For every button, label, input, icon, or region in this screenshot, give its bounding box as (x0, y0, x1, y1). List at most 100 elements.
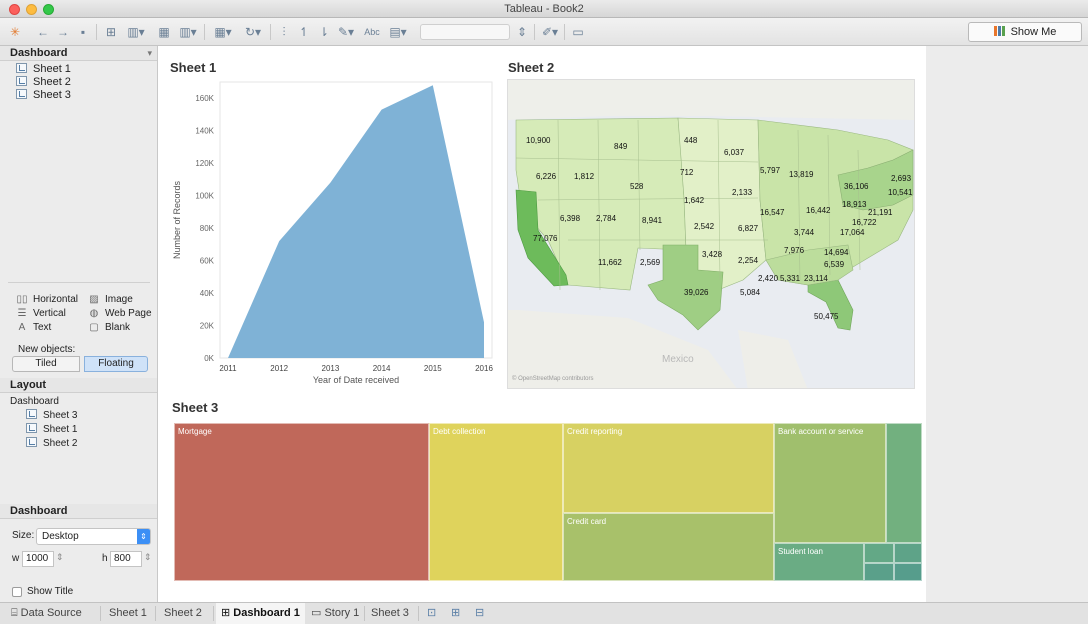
state-value-label: 13,819 (789, 170, 814, 179)
tab-sheet-2[interactable]: Sheet 2 (159, 603, 207, 624)
window-title: Tableau - Book2 (504, 3, 584, 15)
state-value-label: 16,722 (852, 218, 877, 227)
group-icon[interactable]: ⫶ (276, 23, 292, 41)
dashboard-pane: Dashboard ▾ Sheet 1 Sheet 2 Sheet 3 ▯▯ Ho… (0, 46, 158, 602)
object-text[interactable]: A Text (16, 321, 52, 334)
y-tick-label: 120K (195, 159, 214, 168)
clear-icon[interactable]: ▥▾ (176, 23, 200, 41)
state-value-label: 50,475 (814, 312, 839, 321)
save-icon[interactable]: ▪ (76, 23, 90, 41)
floating-toggle[interactable]: Floating (84, 356, 148, 372)
treemap-cell-small[interactable] (864, 563, 894, 581)
treemap-cell-bank-account[interactable]: Bank account or service (774, 423, 886, 543)
presentation-icon[interactable]: ▭ (570, 23, 586, 41)
width-input[interactable]: 1000 (22, 551, 54, 567)
tiled-toggle[interactable]: Tiled (12, 356, 80, 372)
y-tick-label: 60K (200, 257, 215, 266)
state-value-label: 5,084 (740, 288, 761, 297)
treemap-cell-credit-card[interactable]: Credit card (563, 513, 774, 581)
fit-width-dropdown[interactable] (420, 24, 510, 40)
show-me-button[interactable]: Show Me (968, 22, 1082, 42)
treemap-cell-small[interactable] (864, 543, 894, 563)
text-object-icon: A (18, 322, 26, 333)
back-icon[interactable]: ← (36, 23, 50, 41)
size-label: Size: (12, 530, 35, 541)
sort-asc-icon[interactable]: ↿ (296, 23, 312, 41)
treemap-cell-debt-collection[interactable]: Debt collection (429, 423, 563, 581)
object-vertical[interactable]: ☰ Vertical (16, 307, 66, 320)
layout-tree-root[interactable]: Dashboard (10, 396, 59, 407)
x-tick-label: 2015 (424, 364, 442, 373)
show-title-label: Show Title (27, 586, 74, 597)
size-dropdown[interactable]: Desktop ⇕ (36, 528, 151, 545)
layout-tree-item[interactable]: Sheet 1 (26, 423, 77, 436)
object-blank[interactable]: ▢ Blank (88, 321, 130, 334)
worksheet-icon (16, 63, 27, 73)
tab-data-source[interactable]: ⌸ Data Source (6, 603, 87, 624)
fit-icon[interactable]: ▤▾ (386, 23, 410, 41)
forward-icon[interactable]: → (56, 23, 70, 41)
horizontal-container-icon: ▯▯ (16, 294, 28, 305)
treemap-cell-student-loan[interactable]: Student loan (774, 543, 864, 581)
treemap-cell-other[interactable] (886, 423, 922, 543)
tab-sheet-1[interactable]: Sheet 1 (104, 603, 152, 624)
swap-icon[interactable]: ▦▾ (210, 23, 236, 41)
state-value-label: 528 (630, 182, 644, 191)
blank-object-icon: ▢ (89, 322, 99, 333)
new-dashboard-tab-icon[interactable]: ⊞ (446, 603, 465, 624)
tab-story-1[interactable]: ▭ Story 1 (306, 603, 364, 624)
labels-icon[interactable]: Abc (362, 23, 382, 41)
treemap-cell-small[interactable] (894, 563, 922, 581)
area-series[interactable] (228, 85, 484, 358)
layout-tree-item[interactable]: Sheet 3 (26, 409, 77, 422)
tab-dashboard-1[interactable]: ⊞ Dashboard 1 (216, 603, 305, 624)
state-value-label: 2,569 (640, 258, 661, 267)
object-web-page[interactable]: ◍ Web Page (88, 307, 152, 320)
treemap[interactable]: Mortgage Debt collection Credit reportin… (174, 423, 922, 581)
toolbar: ✳ ← → ▪ ⊞ ▥▾ ▦ ▥▾ ▦▾ ↻▾ ⫶ ↿ ⇂ ✎▾ Abc ▤▾ … (0, 18, 1088, 46)
y-tick-label: 40K (200, 289, 215, 298)
show-title-checkbox[interactable] (12, 587, 22, 597)
fix-axes-icon[interactable]: ⇕ (514, 23, 530, 41)
tableau-logo-icon[interactable]: ✳ (8, 23, 22, 41)
annotate-icon[interactable]: ✐▾ (540, 23, 560, 41)
dashboard-canvas: Sheet 1 Sheet 2 Sheet 3 0K 20K 40K 60K 80K 10… (158, 46, 926, 602)
sheet3-title: Sheet 3 (172, 400, 219, 415)
treemap-cell-small[interactable] (894, 543, 922, 563)
image-object-icon: ▨ (89, 294, 99, 305)
layout-tree-item[interactable]: Sheet 2 (26, 437, 77, 450)
height-stepper[interactable]: ⇕ (144, 552, 152, 563)
treemap-cell-credit-reporting[interactable]: Credit reporting (563, 423, 774, 513)
map-attribution[interactable]: © OpenStreetMap contributors (512, 376, 593, 382)
new-worksheet-icon[interactable]: ▥▾ (124, 23, 148, 41)
filled-map[interactable]: 10,900 849 448 6,037 712 5,797 13,819 6,… (507, 79, 915, 389)
highlight-icon[interactable]: ✎▾ (334, 23, 358, 41)
new-story-tab-icon[interactable]: ⊟ (470, 603, 489, 624)
pane-menu-icon[interactable]: ▾ (147, 46, 152, 61)
area-chart[interactable]: 0K 20K 40K 60K 80K 100K 120K 140K 160K 2011 2012 2… (168, 76, 506, 396)
refresh-icon[interactable]: ↻▾ (240, 23, 266, 41)
sheet-list-item-3[interactable]: Sheet 3 (16, 89, 71, 102)
duplicate-icon[interactable]: ▦ (154, 23, 174, 41)
title-bar: Tableau - Book2 (0, 0, 1088, 18)
new-worksheet-tab-icon[interactable]: ⊡ (422, 603, 441, 624)
worksheet-icon (26, 437, 37, 447)
new-datasource-icon[interactable]: ⊞ (104, 23, 118, 41)
treemap-cell-mortgage[interactable]: Mortgage (174, 423, 429, 581)
height-input[interactable]: 800 (110, 551, 142, 567)
y-tick-label: 140K (195, 127, 214, 136)
sort-desc-icon[interactable]: ⇂ (316, 23, 332, 41)
object-horizontal[interactable]: ▯▯ Horizontal (16, 293, 78, 306)
width-stepper[interactable]: ⇕ (56, 552, 64, 563)
worksheet-icon (26, 423, 37, 433)
state-value-label: 2,693 (891, 174, 912, 183)
sheet-list-item-1[interactable]: Sheet 1 (16, 63, 71, 76)
sheet-list-item-2[interactable]: Sheet 2 (16, 76, 71, 89)
tab-sheet-3[interactable]: Sheet 3 (366, 603, 414, 624)
worksheet-icon (16, 76, 27, 86)
dropdown-arrow-icon: ⇕ (137, 529, 150, 544)
state-value-label: 14,694 (824, 248, 849, 257)
height-label: h (102, 553, 108, 564)
state-value-label: 6,827 (738, 224, 759, 233)
object-image[interactable]: ▨ Image (88, 293, 133, 306)
